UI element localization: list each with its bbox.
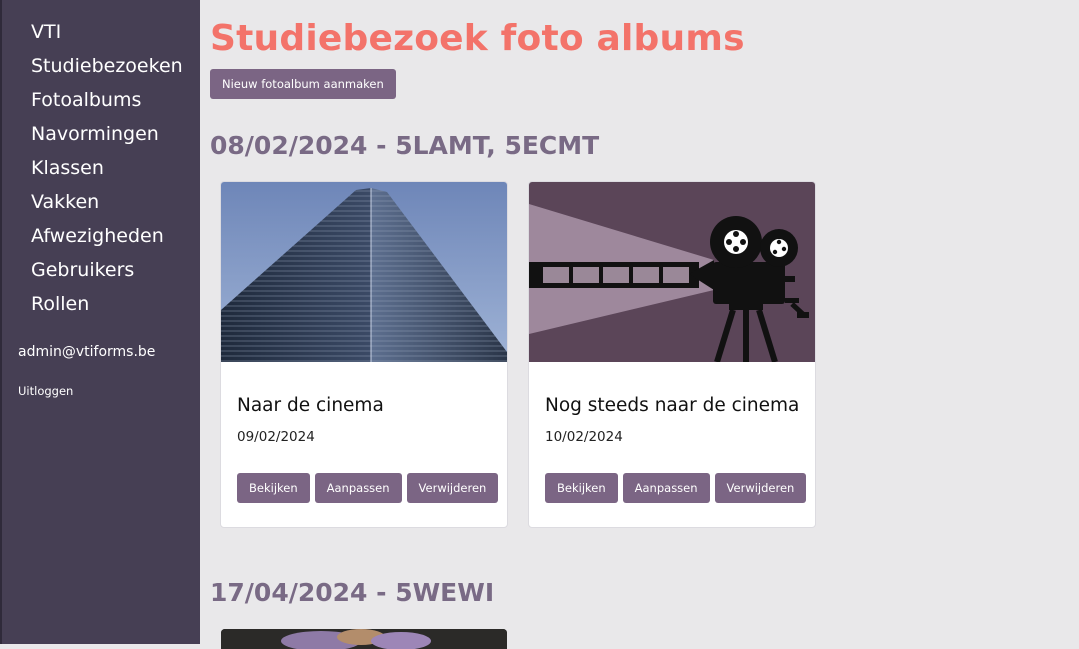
view-button[interactable]: Bekijken bbox=[237, 473, 310, 503]
sidebar-item-studiebezoeken[interactable]: Studiebezoeken bbox=[31, 54, 183, 88]
new-album-button[interactable]: Nieuw fotoalbum aanmaken bbox=[210, 69, 396, 99]
sidebar-item-vti[interactable]: VTI bbox=[31, 20, 183, 54]
album-name: Nog steeds naar de cinema bbox=[545, 395, 800, 416]
skyscraper-photo bbox=[221, 182, 507, 362]
album-date: 09/02/2024 bbox=[237, 429, 315, 445]
sidebar-item-navormingen[interactable]: Navormingen bbox=[31, 122, 183, 156]
logout-link[interactable]: Uitloggen bbox=[18, 384, 73, 398]
album-thumbnail[interactable] bbox=[221, 182, 507, 362]
film-projector-illustration bbox=[529, 182, 815, 362]
sidebar-item-rollen[interactable]: Rollen bbox=[31, 292, 183, 326]
sidebar-item-vakken[interactable]: Vakken bbox=[31, 190, 183, 224]
delete-button[interactable]: Verwijderen bbox=[714, 473, 807, 503]
sidebar-item-afwezigheden[interactable]: Afwezigheden bbox=[31, 224, 183, 258]
album-card-partial[interactable] bbox=[221, 629, 507, 649]
sidebar: VTI Studiebezoeken Fotoalbums Navorminge… bbox=[0, 0, 200, 644]
delete-button[interactable]: Verwijderen bbox=[406, 473, 499, 503]
album-actions: Bekijken Aanpassen Verwijderen bbox=[237, 473, 499, 503]
user-email: admin@vtiforms.be bbox=[18, 344, 156, 360]
page-title: Studiebezoek foto albums bbox=[210, 18, 745, 59]
edit-button[interactable]: Aanpassen bbox=[314, 473, 402, 503]
album-date: 10/02/2024 bbox=[545, 429, 623, 445]
sidebar-nav: VTI Studiebezoeken Fotoalbums Navorminge… bbox=[31, 20, 183, 326]
edit-button[interactable]: Aanpassen bbox=[622, 473, 710, 503]
album-thumbnail[interactable] bbox=[529, 182, 815, 362]
main-content: Studiebezoek foto albums Nieuw fotoalbum… bbox=[210, 0, 1079, 649]
album-actions: Bekijken Aanpassen Verwijderen bbox=[545, 473, 807, 503]
sidebar-edge bbox=[0, 0, 2, 644]
flower-photo bbox=[221, 629, 507, 649]
sidebar-item-gebruikers[interactable]: Gebruikers bbox=[31, 258, 183, 292]
group-heading: 08/02/2024 - 5LAMT, 5ECMT bbox=[210, 131, 600, 160]
view-button[interactable]: Bekijken bbox=[545, 473, 618, 503]
album-name: Naar de cinema bbox=[237, 395, 384, 416]
sidebar-item-klassen[interactable]: Klassen bbox=[31, 156, 183, 190]
album-card: Nog steeds naar de cinema 10/02/2024 Bek… bbox=[528, 181, 816, 528]
album-card: Naar de cinema 09/02/2024 Bekijken Aanpa… bbox=[220, 181, 508, 528]
group-heading: 17/04/2024 - 5WEWI bbox=[210, 578, 495, 607]
sidebar-item-fotoalbums[interactable]: Fotoalbums bbox=[31, 88, 183, 122]
